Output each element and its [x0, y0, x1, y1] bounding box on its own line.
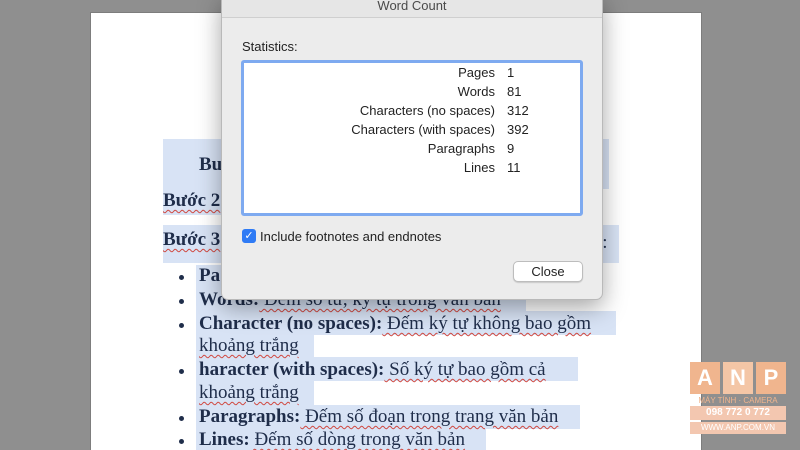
stat-name: Lines	[463, 160, 495, 175]
logo-phone: 098 772 0 772	[690, 406, 786, 420]
bullet-dot	[179, 275, 184, 280]
bullet-dot	[179, 439, 184, 444]
stat-value: 392	[507, 122, 529, 137]
stat-name: Paragraphs	[427, 141, 495, 156]
doc-bullet-pages: Pa	[199, 265, 221, 286]
stat-value: 312	[507, 103, 529, 118]
doc-step-3: Bước 3	[163, 229, 221, 250]
stat-name: Words	[457, 84, 495, 99]
stat-row-characters-with-spaces: Characters (with spaces) 392	[244, 120, 580, 139]
bullet-dot	[179, 416, 184, 421]
bullet-dot	[179, 323, 184, 328]
stat-row-pages: Pages 1	[244, 63, 580, 82]
logo-letter: P	[756, 362, 786, 394]
doc-bullet-no-spaces: Character (no spaces): Đếm ký tự không b…	[199, 313, 592, 334]
stat-row-lines: Lines 11	[244, 158, 580, 177]
stat-row-characters-no-spaces: Characters (no spaces) 312	[244, 101, 580, 120]
dialog-titlebar[interactable]: Word Count	[222, 0, 602, 18]
stat-value: 9	[507, 141, 515, 156]
checkmark-icon: ✓	[244, 230, 254, 242]
statistics-box: Pages 1 Words 81 Characters (no spaces) …	[241, 60, 583, 216]
logo-website: WWW.ANP.COM.VN	[690, 422, 786, 434]
doc-bullet-with-spaces-cont: khoảng trắng	[199, 382, 299, 403]
logo-letters: A N P	[690, 362, 786, 394]
include-footnotes-label[interactable]: Include footnotes and endnotes	[260, 229, 441, 245]
logo-letter: N	[723, 362, 753, 394]
stat-name: Characters (with spaces)	[351, 122, 495, 137]
doc-bullet-no-spaces-cont: khoảng trắng	[199, 335, 299, 356]
bullet-dot	[179, 369, 184, 374]
close-button[interactable]: Close	[513, 261, 583, 282]
logo-letter: A	[690, 362, 720, 394]
bullet-dot	[179, 299, 184, 304]
doc-bullet-with-spaces: haracter (with spaces): Số ký tự bao gồm…	[199, 359, 546, 380]
logo-tagline: MÁY TÍNH · CAMERA	[698, 396, 778, 405]
dialog-title: Word Count	[377, 0, 447, 13]
stat-name: Pages	[458, 65, 495, 80]
include-footnotes-checkbox[interactable]: ✓	[242, 229, 256, 243]
stat-value: 1	[507, 65, 515, 80]
doc-heading-fragment: Bu	[199, 154, 223, 175]
stat-row-paragraphs: Paragraphs 9	[244, 139, 580, 158]
stat-name: Characters (no spaces)	[359, 103, 495, 118]
anp-logo: A N P MÁY TÍNH · CAMERA 098 772 0 772 WW…	[690, 362, 786, 436]
stat-value: 81	[507, 84, 522, 99]
stat-value: 11	[507, 160, 521, 175]
word-count-dialog: Word Count Statistics: Pages 1 Words 81 …	[221, 0, 603, 300]
doc-bullet-paragraphs: Paragraphs: Đếm số đoạn trong trang văn …	[199, 406, 559, 427]
doc-step-2: Bước 2	[163, 190, 221, 211]
doc-bullet-lines: Lines: Đếm số dòng trong văn bản	[199, 429, 465, 450]
stat-row-words: Words 81	[244, 82, 580, 101]
statistics-label: Statistics:	[242, 39, 298, 54]
